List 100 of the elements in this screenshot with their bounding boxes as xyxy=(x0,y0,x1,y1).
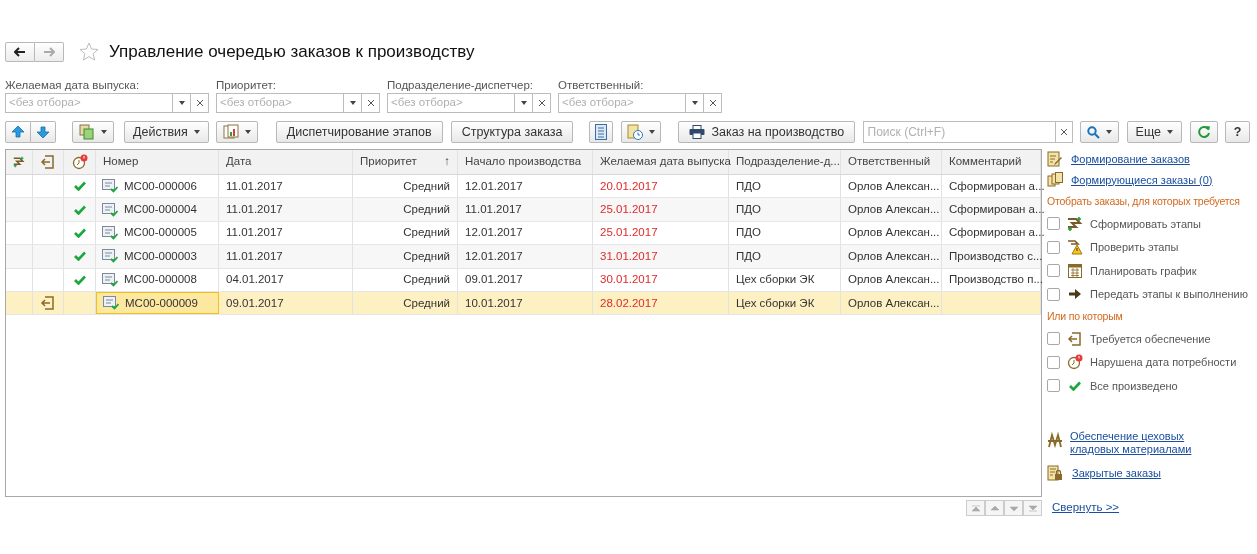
panel-link[interactable]: Обеспечение цеховых кладовых материалами xyxy=(1070,429,1200,456)
table-cell: 25.01.2017 xyxy=(593,221,729,245)
table-cell: ПДО xyxy=(729,221,841,245)
option-label[interactable]: Планировать график xyxy=(1090,262,1197,279)
table-cell: Орлов Алексан... xyxy=(841,198,942,221)
clear-button[interactable] xyxy=(704,93,722,113)
clear-button[interactable] xyxy=(191,93,209,113)
table-cell: Средний xyxy=(353,175,458,198)
section-heading: Или по которым xyxy=(1047,308,1124,324)
table-cell: 09.01.2017 xyxy=(219,291,353,315)
dropdown-button[interactable] xyxy=(344,93,362,113)
table-cell: ПДО xyxy=(729,245,841,268)
option-label[interactable]: Передать этапы к выполнению xyxy=(1090,286,1248,303)
help-button[interactable]: ? xyxy=(1225,121,1250,143)
order-document-icon xyxy=(102,272,118,287)
section-heading: Отобрать заказы, для которых требуется xyxy=(1047,193,1241,209)
caret-icon xyxy=(691,101,698,105)
filter-field[interactable]: <без отбора> xyxy=(216,93,344,113)
checkbox[interactable] xyxy=(1047,332,1060,346)
table-cell: 12.01.2017 xyxy=(458,221,593,245)
more-menu-button[interactable]: Еще xyxy=(1126,121,1182,143)
filter-label: Подразделение-диспетчер: xyxy=(387,78,534,93)
option-label[interactable]: Нарушена дата потребности xyxy=(1090,354,1237,371)
dropdown-button[interactable] xyxy=(686,93,704,113)
calendar-icon xyxy=(1068,263,1082,279)
column-header[interactable]: Комментарий xyxy=(942,150,1041,174)
scroll-down-button[interactable] xyxy=(1004,500,1023,516)
clear-button[interactable] xyxy=(533,93,551,113)
scroll-up-button[interactable] xyxy=(985,500,1004,516)
order-number: МС00-000005 xyxy=(124,225,197,241)
collapse-link[interactable]: Свернуть >> xyxy=(1052,499,1120,517)
column-header[interactable]: Начало производства xyxy=(458,150,593,174)
search-menu-button[interactable] xyxy=(1079,121,1119,143)
order-document-icon xyxy=(102,202,118,217)
filter-field[interactable]: <без отбора> xyxy=(558,93,686,113)
caret-icon xyxy=(101,130,107,134)
scroll-top-button[interactable] xyxy=(966,500,985,516)
filter-label: Ответственный: xyxy=(558,78,645,93)
refresh-button[interactable] xyxy=(1190,121,1218,143)
filter-field[interactable]: <без отбора> xyxy=(5,93,173,113)
checkbox[interactable] xyxy=(1047,264,1060,278)
table-row[interactable]: МС00-000009 09.01.2017 Средний 10.01.2017 28.02.2017 Цех сборки ЭК Орлов Алексан... xyxy=(6,291,1041,316)
column-header[interactable]: Желаемая дата выпуска xyxy=(593,150,729,174)
copy-menu-button[interactable] xyxy=(72,121,114,143)
move-up-button[interactable] xyxy=(5,121,31,143)
checkbox[interactable] xyxy=(1047,240,1060,254)
actions-menu-button[interactable]: Действия xyxy=(124,121,209,143)
print-button[interactable]: Заказ на производство xyxy=(678,121,856,143)
table-cell: Орлов Алексан... xyxy=(841,175,942,198)
column-header[interactable]: Дата xyxy=(219,150,353,174)
table-cell: 20.01.2017 xyxy=(593,175,729,198)
toolbar-button[interactable]: Структура заказа xyxy=(450,121,574,143)
check-icon xyxy=(73,204,86,215)
option-label[interactable]: Проверить этапы xyxy=(1090,239,1179,256)
back-button[interactable] xyxy=(5,42,35,62)
scroll-bottom-button[interactable] xyxy=(1023,500,1042,516)
column-header[interactable]: Приоритет ↑ xyxy=(353,150,458,174)
toolbar-button[interactable]: Диспетчирование этапов xyxy=(275,121,443,143)
document-menu-button[interactable] xyxy=(621,121,662,143)
close-icon xyxy=(1060,129,1067,135)
option-label[interactable]: Требуется обеспечение xyxy=(1090,330,1211,347)
option-label[interactable]: Все произведено xyxy=(1090,377,1178,394)
panel-link[interactable]: Формирование заказов xyxy=(1071,150,1190,168)
checkbox[interactable] xyxy=(1047,287,1060,301)
table-row[interactable]: МС00-000003 11.01.2017 Средний 12.01.2017 31.01.2017 ПДО Орлов Алексан... Производство с... xyxy=(6,245,1041,269)
clear-button[interactable] xyxy=(362,93,380,113)
order-document-icon xyxy=(102,179,118,194)
table-cell: Средний xyxy=(353,268,458,291)
table-cell: 11.01.2017 xyxy=(219,198,353,221)
document-clock-icon xyxy=(627,124,644,140)
search-field[interactable]: Поиск (Ctrl+F) xyxy=(862,121,1056,143)
bar-triangle-icon xyxy=(970,503,981,513)
star-icon[interactable] xyxy=(79,42,99,62)
checkbox[interactable] xyxy=(1047,217,1060,231)
search-icon xyxy=(1086,125,1100,139)
window-title: Управление очередью заказов к производству xyxy=(109,41,475,64)
order-number: МС00-000006 xyxy=(124,178,197,194)
table-row[interactable]: МС00-000008 04.01.2017 Средний 09.01.2017 30.01.2017 Цех сборки ЭК Орлов Алексан... Производство п... xyxy=(6,268,1041,292)
triangle-icon xyxy=(1008,503,1019,513)
caret-icon xyxy=(649,130,656,134)
panel-link[interactable]: Закрытые заказы xyxy=(1072,464,1161,481)
panel-link[interactable]: Формирующиеся заказы (0) xyxy=(1071,171,1213,189)
list-button[interactable] xyxy=(589,121,614,143)
checkbox[interactable] xyxy=(1047,379,1060,393)
dropdown-button[interactable] xyxy=(173,93,191,113)
table-cell: Средний xyxy=(353,245,458,268)
table-cell: 11.01.2017 xyxy=(219,245,353,268)
caret-icon xyxy=(1167,130,1173,134)
move-down-button[interactable] xyxy=(31,121,56,143)
column-header[interactable]: Ответственный xyxy=(841,150,942,174)
filter-label: Приоритет: xyxy=(216,78,277,93)
dropdown-button[interactable] xyxy=(515,93,533,113)
report-menu-button[interactable] xyxy=(215,121,258,143)
stages-icon xyxy=(13,154,25,170)
triangle-icon xyxy=(989,503,1000,513)
order-number: МС00-000004 xyxy=(124,201,197,217)
checkbox[interactable] xyxy=(1047,355,1060,369)
column-header[interactable]: Номер xyxy=(96,150,219,174)
filter-field[interactable]: <без отбора> xyxy=(387,93,515,113)
option-label[interactable]: Сформировать этапы xyxy=(1090,215,1201,232)
